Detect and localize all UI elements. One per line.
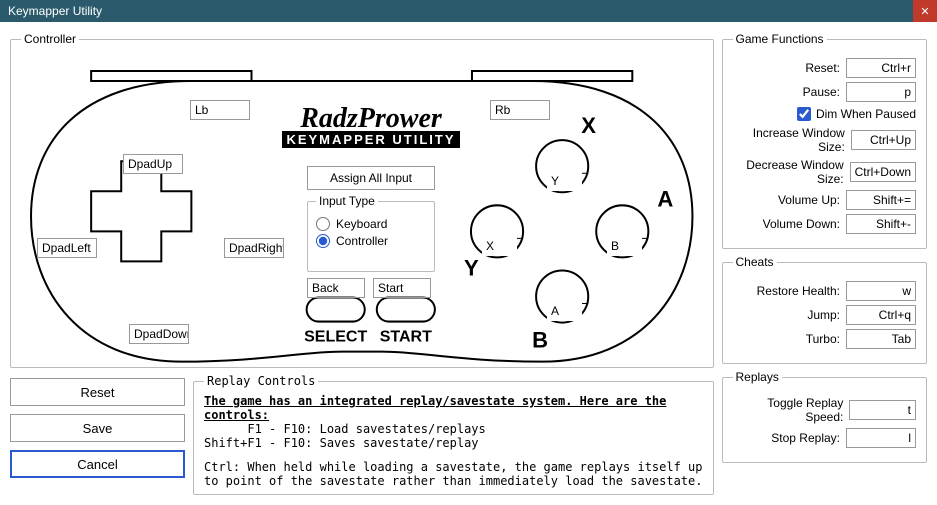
game-functions-fieldset: Game Functions Reset: Ctrl+r Pause: p Dim …	[722, 32, 928, 249]
b-input[interactable]: B	[607, 236, 642, 256]
cheats-fieldset: Cheats Restore Health: w Jump: Ctrl+q Turb…	[722, 255, 928, 364]
action-buttons: Reset Save Cancel	[10, 374, 185, 495]
reset-button[interactable]: Reset	[10, 378, 185, 406]
gf-decwin-value[interactable]: Ctrl+Down	[850, 162, 916, 182]
replay-heading: The game has an integrated replay/savest…	[204, 394, 703, 422]
gf-dim-label: Dim When Paused	[816, 107, 916, 121]
window-title: Keymapper Utility	[8, 4, 102, 18]
lb-input[interactable]: Lb	[190, 100, 250, 120]
svg-text:X: X	[581, 113, 596, 138]
gf-incwin-value[interactable]: Ctrl+Up	[851, 130, 916, 150]
ch-jump-value[interactable]: Ctrl+q	[846, 305, 916, 325]
left-column: Controller X Y A B SELECT	[10, 32, 714, 495]
gf-dim-checkbox[interactable]	[797, 107, 811, 121]
gf-incwin-label: Increase Window Size:	[733, 126, 845, 154]
radio-keyboard-input[interactable]	[316, 217, 330, 231]
radio-keyboard[interactable]: Keyboard	[316, 217, 426, 231]
dpad-down-input[interactable]: DpadDown	[129, 324, 189, 344]
logo-sub: KEYMAPPER UTILITY	[282, 131, 459, 148]
close-button[interactable]: ✕	[913, 0, 937, 22]
radio-controller-input[interactable]	[316, 234, 330, 248]
radio-controller-label: Controller	[336, 234, 388, 248]
cancel-button[interactable]: Cancel	[10, 450, 185, 478]
close-icon: ✕	[920, 5, 929, 18]
gf-voldown-value[interactable]: Shift+-	[846, 214, 916, 234]
replays-legend: Replays	[733, 370, 782, 384]
ch-restore-value[interactable]: w	[846, 281, 916, 301]
gf-reset-value[interactable]: Ctrl+r	[846, 58, 916, 78]
back-input[interactable]: Back	[307, 278, 365, 298]
start-input[interactable]: Start	[373, 278, 431, 298]
replay-line3: Ctrl: When held while loading a savestat…	[204, 460, 703, 474]
radio-controller[interactable]: Controller	[316, 234, 426, 248]
replay-line2: Shift+F1 - F10: Saves savestate/replay	[204, 436, 703, 450]
window-body: Controller X Y A B SELECT	[0, 22, 937, 505]
svg-text:B: B	[532, 328, 548, 353]
controller-fieldset: Controller X Y A B SELECT	[10, 32, 714, 368]
a-input[interactable]: A	[547, 301, 582, 321]
rp-toggle-label: Toggle Replay Speed:	[733, 396, 844, 424]
controller-legend: Controller	[21, 32, 79, 46]
bottom-row: Reset Save Cancel Replay Controls The ga…	[10, 374, 714, 495]
input-type-fieldset: Input Type Keyboard Controller	[307, 194, 435, 272]
ch-turbo-value[interactable]: Tab	[846, 329, 916, 349]
dpad-right-input[interactable]: DpadRight	[224, 238, 284, 258]
x-input[interactable]: X	[482, 236, 517, 256]
ch-restore-label: Restore Health:	[757, 284, 840, 298]
svg-text:START: START	[380, 328, 432, 346]
logo: RadzPrower KEYMAPPER UTILITY	[276, 106, 466, 148]
radio-keyboard-label: Keyboard	[336, 217, 387, 231]
assign-all-button[interactable]: Assign All Input	[307, 166, 435, 190]
gf-reset-label: Reset:	[805, 61, 840, 75]
gf-pause-value[interactable]: p	[846, 82, 916, 102]
rp-stop-value[interactable]: l	[846, 428, 916, 448]
cheats-legend: Cheats	[733, 255, 777, 269]
svg-text:SELECT: SELECT	[304, 328, 367, 346]
rb-input[interactable]: Rb	[490, 100, 550, 120]
replay-line1: F1 - F10: Load savestates/replays	[204, 422, 703, 436]
replay-line4: to point of the savestate rather than im…	[204, 474, 703, 488]
ch-jump-label: Jump:	[807, 308, 840, 322]
replay-legend: Replay Controls	[204, 374, 318, 388]
replays-fieldset: Replays Toggle Replay Speed:t Stop Repla…	[722, 370, 928, 463]
input-type-legend: Input Type	[316, 194, 378, 208]
replay-fieldset: Replay Controls The game has an integrat…	[193, 374, 714, 495]
save-button[interactable]: Save	[10, 414, 185, 442]
titlebar: Keymapper Utility ✕	[0, 0, 937, 22]
back-start-row: Back Start	[307, 278, 431, 298]
gf-decwin-label: Decrease Window Size:	[733, 158, 844, 186]
gf-volup-value[interactable]: Shift+=	[846, 190, 916, 210]
game-functions-legend: Game Functions	[733, 32, 827, 46]
gf-pause-label: Pause:	[803, 85, 840, 99]
right-column: Game Functions Reset: Ctrl+r Pause: p Dim …	[722, 32, 928, 495]
dpad-up-input[interactable]: DpadUp	[123, 154, 183, 174]
logo-script: RadzPrower	[276, 106, 466, 131]
y-input[interactable]: Y	[547, 171, 582, 191]
svg-text:Y: Y	[464, 255, 479, 280]
gf-voldown-label: Volume Down:	[763, 217, 840, 231]
rp-stop-label: Stop Replay:	[771, 431, 840, 445]
gf-volup-label: Volume Up:	[778, 193, 840, 207]
rp-toggle-value[interactable]: t	[849, 400, 916, 420]
dpad-left-input[interactable]: DpadLeft	[37, 238, 97, 258]
ch-turbo-label: Turbo:	[806, 332, 840, 346]
svg-text:A: A	[657, 186, 673, 211]
gf-dim-row[interactable]: Dim When Paused	[733, 107, 917, 121]
